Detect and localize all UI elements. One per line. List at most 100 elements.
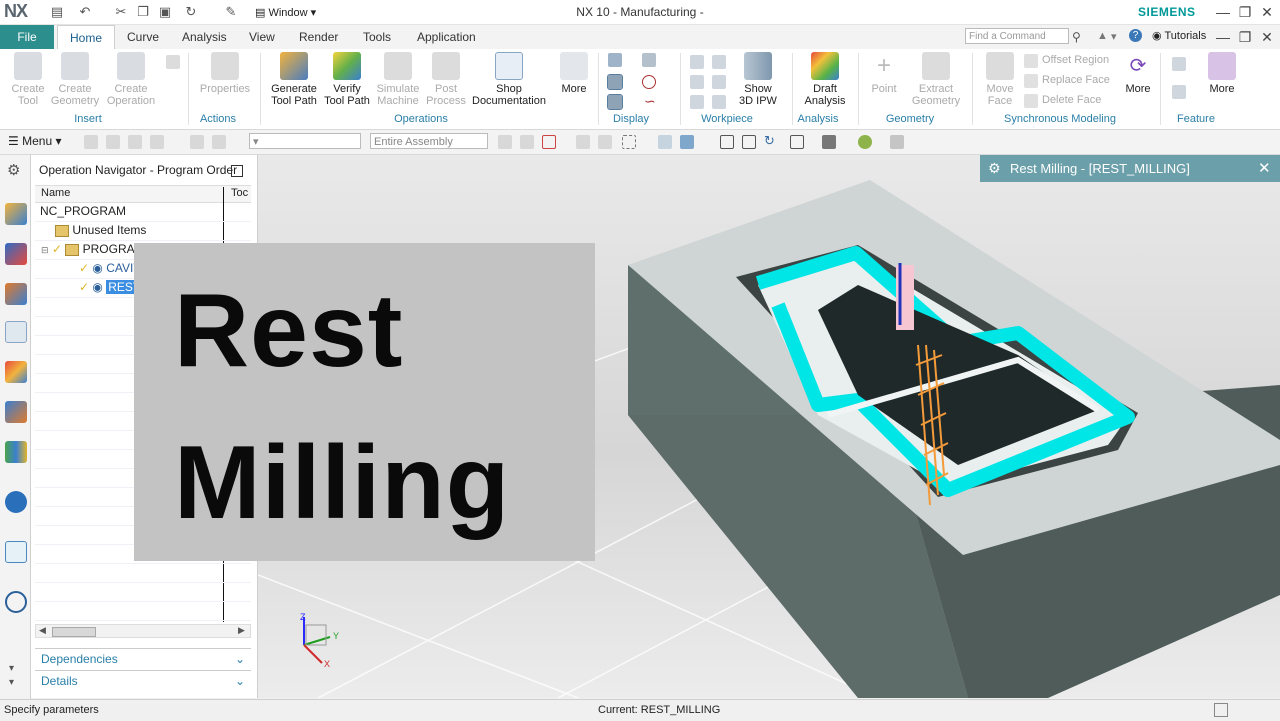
verify-tool-path-button[interactable]: Verify Tool Path [322,52,372,107]
tab-view[interactable]: View [237,25,287,49]
tab-file[interactable]: File [0,25,54,49]
fit-icon[interactable] [720,135,734,149]
extract-geometry-button[interactable]: Extract Geometry [906,52,966,107]
display-tool-icon[interactable] [608,53,622,67]
tab-tools[interactable]: Tools [351,25,403,49]
menu-button[interactable]: ☰ Menu ▾ [8,134,61,148]
replace-face-button[interactable]: Replace Face [1042,74,1110,86]
scroll-right-icon[interactable]: ▶ [238,625,245,636]
selection-option-icon-2[interactable] [150,135,164,149]
snap-icon-2[interactable] [212,135,226,149]
fullscreen-icon[interactable] [1214,703,1228,717]
part-navigator-icon[interactable] [5,361,27,383]
offset-region-button[interactable]: Offset Region [1042,54,1109,66]
snap-point-icon-5[interactable] [598,135,612,149]
workpiece-icon-3[interactable] [690,75,704,89]
close-icon[interactable]: ✕ [1256,2,1278,22]
dialog-close-icon[interactable]: ✕ [1258,155,1271,182]
selection-scope-icon[interactable] [106,135,120,149]
point-button[interactable]: + Point [866,52,902,95]
operation-navigator-icon[interactable] [5,321,27,343]
search-icon[interactable]: ⚲ [1072,30,1081,44]
doc-minimize-icon[interactable]: — [1212,27,1234,47]
render-style-icon[interactable] [822,135,836,149]
workpiece-icon-6[interactable] [712,95,726,109]
dialog-settings-icon[interactable]: ⚙ [988,155,1001,182]
post-process-button[interactable]: Post Process [424,52,468,107]
selection-filter-icon[interactable] [84,135,98,149]
feature-icon-1[interactable] [1172,57,1186,71]
snap-icon[interactable] [190,135,204,149]
workpiece-icon-4[interactable] [712,75,726,89]
shop-documentation-button[interactable]: Shop Documentation [470,52,548,107]
move-face-button[interactable]: Move Face [980,52,1020,107]
tab-application[interactable]: Application [405,25,488,49]
delete-face-button[interactable]: Delete Face [1042,94,1101,106]
roles-icon[interactable] [5,441,27,463]
edit-section-icon[interactable] [890,135,904,149]
operations-more-button[interactable]: More [556,52,592,95]
column-tool[interactable]: Toc [231,187,248,199]
feature-icon-2[interactable] [1172,85,1186,99]
rectangle-select-icon[interactable] [622,135,636,149]
geometry-navigator-icon[interactable] [5,283,27,305]
scroll-down-icon[interactable]: ▾ [9,663,14,674]
dependencies-panel-header[interactable]: Dependencies ⌄ [35,648,251,669]
column-name[interactable]: Name [41,187,70,199]
tab-curve[interactable]: Curve [115,25,171,49]
workpiece-icon-1[interactable] [690,55,704,69]
display-path-icon[interactable] [607,94,623,110]
create-operation-button[interactable]: Create Operation [103,52,159,107]
view-cube-icon[interactable] [680,135,694,149]
reuse-library-icon[interactable] [5,401,27,423]
display-geometry-icon[interactable] [642,53,656,67]
web-browser-icon[interactable] [5,541,27,563]
pin-icon[interactable] [231,165,243,177]
machine-tool-navigator-icon[interactable] [5,203,27,225]
create-tool-button[interactable]: Create Tool [6,52,50,107]
display-toolpath-icon[interactable] [607,74,623,90]
simulate-machine-button[interactable]: Simulate Machine [374,52,422,107]
tree-row-unused-items[interactable]: Unused Items [35,221,251,241]
orient-view-icon[interactable] [790,135,804,149]
doc-restore-icon[interactable]: ❐ [1234,27,1256,47]
type-filter-select[interactable]: ▾ [249,133,361,149]
sync-more-button[interactable]: ⟳ More [1120,52,1156,95]
info-icon[interactable] [5,491,27,513]
tab-render[interactable]: Render [287,25,350,49]
scroll-down-icon-2[interactable]: ▾ [9,677,14,688]
snap-point-icon-2[interactable] [520,135,534,149]
display-curve-icon[interactable]: ∽ [644,93,656,110]
background-icon[interactable] [858,135,872,149]
properties-button[interactable]: Properties [198,52,252,95]
workpiece-icon-2[interactable] [712,55,726,69]
help-icon[interactable]: ? [1129,29,1142,42]
collapse-icon[interactable]: ⊟ [41,245,49,255]
create-geometry-button[interactable]: Create Geometry [50,52,100,107]
details-panel-header[interactable]: Details ⌄ [35,670,251,691]
doc-close-icon[interactable]: ✕ [1256,27,1278,47]
view-icon[interactable] [658,135,672,149]
refresh-icon[interactable]: ↻ [764,133,775,149]
assembly-scope-select[interactable]: Entire Assembly [370,133,488,149]
scroll-left-icon[interactable]: ◀ [39,625,46,636]
generate-tool-path-button[interactable]: Generate Tool Path [266,52,322,107]
minimize-icon[interactable]: — [1212,2,1234,22]
snap-point-icon[interactable] [498,135,512,149]
workpiece-icon-5[interactable] [690,95,704,109]
draft-analysis-button[interactable]: Draft Analysis [798,52,852,107]
ribbon-options-icon[interactable]: ▲ [1097,30,1108,42]
snap-point-icon-3[interactable] [542,135,556,149]
zoom-icon[interactable] [742,135,756,149]
insert-small-icon[interactable] [166,55,180,69]
tree-row-nc-program[interactable]: NC_PROGRAM [35,202,251,222]
history-clock-icon[interactable] [5,591,27,613]
show-3d-ipw-button[interactable]: Show 3D IPW [734,52,782,107]
horizontal-scrollbar[interactable]: ◀ ▶ [35,624,251,638]
tab-home[interactable]: Home [57,25,116,50]
tab-analysis[interactable]: Analysis [170,25,239,49]
selection-option-icon[interactable] [128,135,142,149]
feature-more-button[interactable]: More [1204,52,1240,95]
scrollbar-thumb[interactable] [52,627,96,637]
command-search-input[interactable]: Find a Command [965,28,1069,44]
